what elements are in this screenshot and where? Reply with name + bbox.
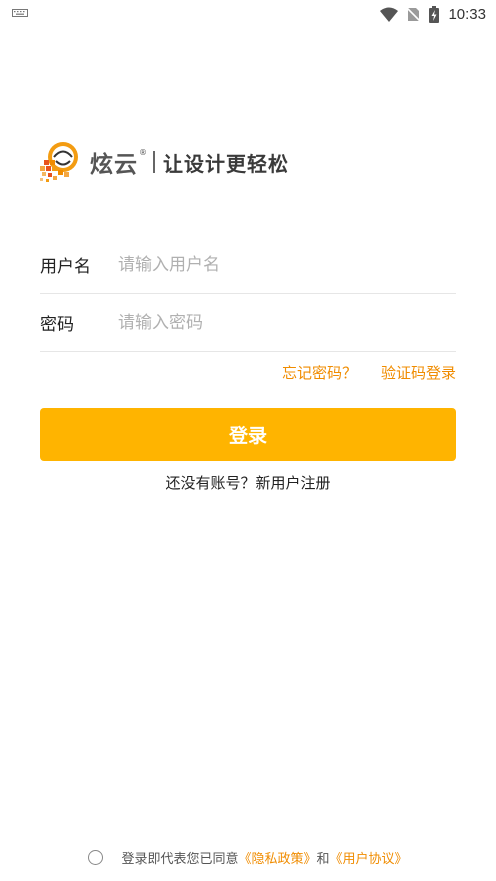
status-time: 10:33 — [448, 5, 486, 23]
agreement-and: 和 — [316, 852, 330, 867]
agreement-row: 登录即代表您已同意 《隐私政策》 和 《用户协议》 — [0, 848, 496, 867]
agreement-radio[interactable] — [88, 850, 104, 865]
sms-login-link[interactable]: 验证码登录 — [381, 362, 456, 383]
register-link[interactable]: 还没有账号？新用户注册 — [0, 472, 496, 493]
forgot-password-link[interactable]: 忘记密码？ — [282, 362, 357, 383]
registered-mark: ® — [139, 147, 147, 157]
password-input[interactable] — [118, 312, 456, 333]
no-sim-icon — [407, 6, 421, 22]
battery-charging-icon — [429, 5, 440, 23]
agreement-prefix: 登录即代表您已同意 — [121, 852, 239, 867]
status-icons: 10:33 — [380, 4, 486, 24]
auth-links: 忘记密码？ 验证码登录 — [282, 362, 456, 383]
keyboard-icon — [12, 9, 28, 17]
brand-name: 炫云 — [90, 152, 138, 178]
username-input[interactable] — [118, 254, 456, 275]
logo-divider — [153, 151, 155, 173]
user-agreement-link[interactable]: 《用户协议》 — [330, 848, 408, 867]
privacy-policy-link[interactable]: 《隐私政策》 — [238, 848, 316, 867]
password-label: 密码 — [40, 315, 74, 335]
login-button[interactable]: 登录 — [40, 408, 456, 461]
wifi-icon — [380, 7, 399, 22]
password-row: 密码 — [40, 294, 456, 352]
slogan: 让设计更轻松 — [163, 151, 289, 176]
username-row: 用户名 — [40, 236, 456, 294]
logo-mark-icon — [40, 142, 78, 182]
username-label: 用户名 — [40, 257, 91, 277]
status-bar: 10:33 — [0, 0, 496, 28]
app-logo: 炫云 ® 让设计更轻松 — [38, 140, 289, 184]
